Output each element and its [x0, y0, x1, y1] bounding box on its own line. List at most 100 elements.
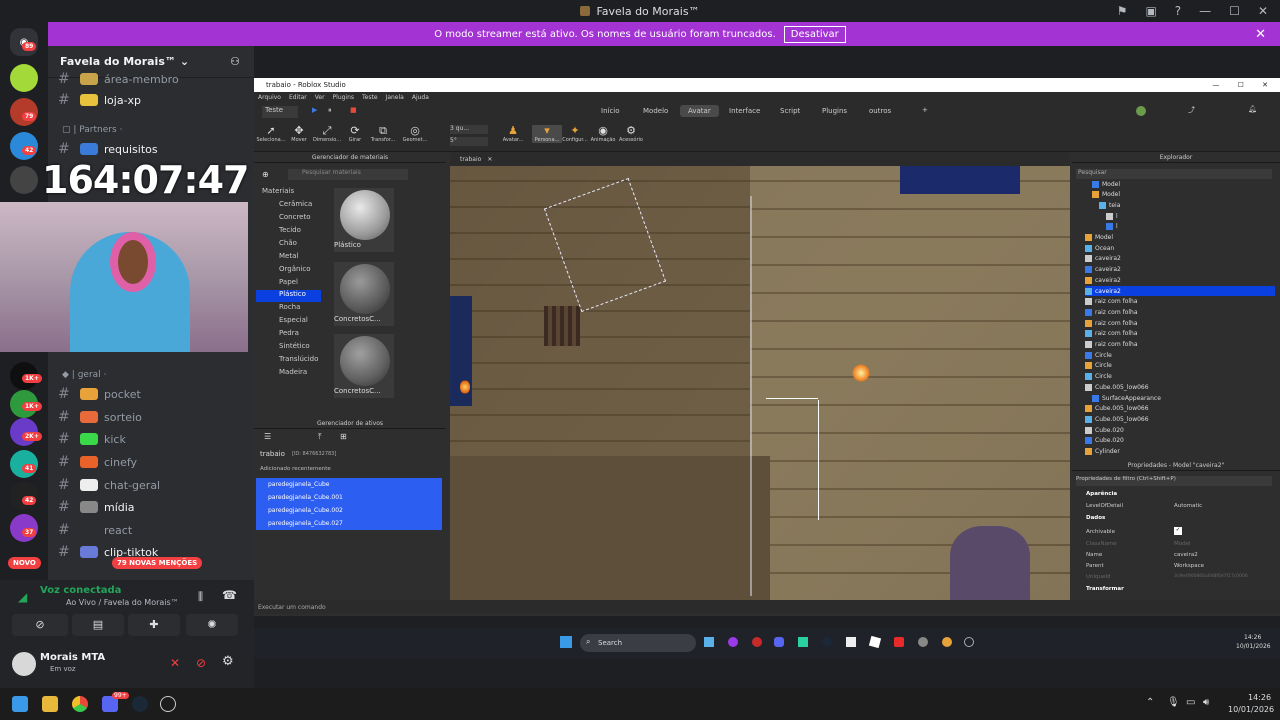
tab-interface[interactable]: Interface — [729, 107, 760, 115]
discord-icon[interactable] — [774, 637, 784, 647]
chevron-up-icon[interactable]: ⌃ — [1146, 697, 1154, 708]
tab-inicio[interactable]: Início — [601, 107, 620, 115]
explorer-item[interactable]: Cube.005_low066 — [1085, 382, 1149, 392]
channel-item[interactable]: # loja-xp — [58, 91, 248, 109]
asset-item[interactable]: paredegjanela_Cube.027 — [256, 517, 442, 530]
customize-tool[interactable]: ▾ Persona... — [532, 125, 562, 143]
menu-item[interactable]: Ver — [315, 94, 325, 101]
settings-icon[interactable]: ⚙ — [222, 654, 234, 669]
avatar[interactable] — [1136, 106, 1146, 116]
server-icon[interactable] — [10, 64, 38, 92]
app-icon[interactable] — [964, 637, 974, 647]
move-gizmo[interactable] — [766, 398, 818, 399]
explorer-item[interactable]: caveira2 — [1085, 265, 1121, 275]
tab-avatar[interactable]: Avatar — [680, 105, 719, 117]
move-step-input[interactable]: 3 qu... — [450, 125, 488, 134]
animation-tool[interactable]: ◉ Animação — [588, 125, 618, 144]
root-label[interactable]: Materiais — [262, 187, 294, 195]
channel-item[interactable]: # chat-geral — [58, 476, 248, 494]
menu-item[interactable]: Ajuda — [412, 94, 429, 101]
asset-item[interactable]: paredegjanela_Cube.001 — [256, 491, 442, 504]
steam-icon[interactable] — [822, 637, 832, 647]
monitor-icon[interactable]: ▣ — [1145, 4, 1156, 18]
menu-item[interactable]: Teste — [362, 94, 378, 101]
explorer-item[interactable]: Cube.020 — [1085, 436, 1124, 446]
app-icon[interactable] — [160, 696, 176, 712]
explorer-item[interactable]: Cylinder — [1085, 447, 1120, 457]
deafen-icon[interactable]: ⊘ — [196, 656, 206, 670]
maximize-button[interactable]: ☐ — [1229, 4, 1240, 18]
explorer-item[interactable]: teia — [1099, 200, 1120, 210]
avatar-tool[interactable]: ♟ Avatar... — [498, 125, 528, 144]
share-icon[interactable]: ⤴ — [1188, 105, 1195, 115]
scale-tool[interactable]: ⤢ Dimensio... — [312, 125, 342, 144]
explorer-item[interactable]: Model — [1092, 190, 1120, 200]
channel-item[interactable]: # requisitos — [58, 140, 248, 158]
section-header[interactable]: Transformar — [1086, 586, 1124, 592]
upload-icon[interactable]: ⤒ — [318, 432, 322, 442]
close-button[interactable]: ✕ — [1258, 4, 1268, 18]
help-icon[interactable]: ? — [1175, 4, 1181, 18]
explorer-item[interactable]: Cube.005_low066 — [1085, 414, 1149, 424]
tab-outros[interactable]: outros — [869, 107, 891, 115]
explorer-item[interactable]: Circle — [1085, 350, 1112, 360]
app-icon[interactable] — [918, 637, 928, 647]
menu-item[interactable]: Arquivo — [258, 94, 281, 101]
explorer-item[interactable]: raiz com folha — [1085, 329, 1138, 339]
windows-start-icon[interactable] — [12, 696, 28, 712]
explorer-item[interactable]: caveira2 — [1085, 254, 1121, 264]
camera-off-button[interactable]: ⊘ — [12, 614, 68, 636]
explorer-item[interactable]: Circle — [1085, 372, 1112, 382]
close-icon[interactable]: ✕ — [1255, 27, 1266, 42]
move-gizmo[interactable] — [818, 400, 819, 520]
section-header[interactable]: Dados — [1086, 515, 1105, 521]
new-badge[interactable]: NOVO — [8, 557, 41, 569]
explorer-item[interactable]: SurfaceAppearance — [1092, 393, 1161, 403]
section-header[interactable]: Aparência — [1086, 491, 1117, 497]
explorer-item[interactable]: Model — [1085, 233, 1113, 243]
microphone-icon[interactable]: 🎙︎ — [1167, 697, 1180, 708]
minimize-button[interactable]: — — [1199, 4, 1211, 18]
noise-icon[interactable]: ⫼ — [198, 590, 203, 604]
network-icon[interactable]: ▭ — [1186, 697, 1195, 708]
explorer-item[interactable]: Cube.020 — [1085, 425, 1124, 435]
move-tool[interactable]: ✥ Mover — [284, 125, 314, 144]
category-partners[interactable]: ▢ | Partners · — [62, 125, 122, 135]
property-value[interactable]: Automatic — [1174, 503, 1202, 509]
activities-button[interactable]: ✚ — [128, 614, 180, 636]
archivable-checkbox[interactable]: ✓ — [1174, 527, 1182, 535]
channel-item[interactable]: # mídia — [58, 498, 248, 516]
notifications-icon[interactable]: 🔔︎ — [1248, 105, 1257, 113]
channel-item[interactable]: # cinefy — [58, 453, 248, 471]
explorer-item[interactable]: Cube.005_low066 — [1085, 404, 1149, 414]
channel-item[interactable]: # pocket — [58, 385, 248, 403]
tab-script[interactable]: Script — [780, 107, 800, 115]
accessory-tool[interactable]: ⚙ Acessório — [616, 125, 646, 144]
grid-icon[interactable]: ⊞ — [340, 432, 347, 441]
geometry-tool[interactable]: ◎ Geomet... — [400, 125, 430, 144]
channel-item[interactable]: # react — [58, 521, 248, 539]
material-category-selected[interactable]: Plástico — [256, 290, 321, 302]
mentions-badge[interactable]: 79 NOVAS MENÇÕES — [112, 557, 203, 569]
explorer-item[interactable]: l — [1106, 222, 1118, 232]
server-icon[interactable] — [10, 166, 38, 194]
play-icon[interactable]: ▶ — [312, 106, 317, 114]
deactivate-streamer-button[interactable]: Desativar — [783, 25, 846, 43]
screen-share-button[interactable]: ▤ — [72, 614, 124, 636]
add-member-icon[interactable]: ⚇ — [230, 55, 240, 68]
flag-icon[interactable]: ⚑ — [1117, 4, 1128, 18]
app-icon[interactable] — [728, 637, 738, 647]
explorer-item[interactable]: raiz com folha — [1085, 340, 1138, 350]
category-geral[interactable]: ◆ | geral · — [62, 370, 106, 380]
menu-item[interactable]: Editar — [289, 94, 307, 101]
capcut-icon[interactable] — [846, 637, 856, 647]
close-icon[interactable]: ✕ — [487, 156, 492, 163]
avatar[interactable] — [12, 652, 36, 676]
soundboard-button[interactable]: ✺ — [186, 614, 238, 636]
filter-input[interactable]: Propriedades de filtro (Ctrl+Shift+P) — [1076, 476, 1272, 486]
menu-item[interactable]: Plugins — [333, 94, 355, 101]
list-icon[interactable]: ☰ — [264, 432, 271, 441]
property-value[interactable]: caveira2 — [1174, 552, 1198, 558]
app-icon[interactable] — [752, 637, 762, 647]
viewport-tab[interactable]: trabaio ✕ — [450, 152, 1070, 166]
